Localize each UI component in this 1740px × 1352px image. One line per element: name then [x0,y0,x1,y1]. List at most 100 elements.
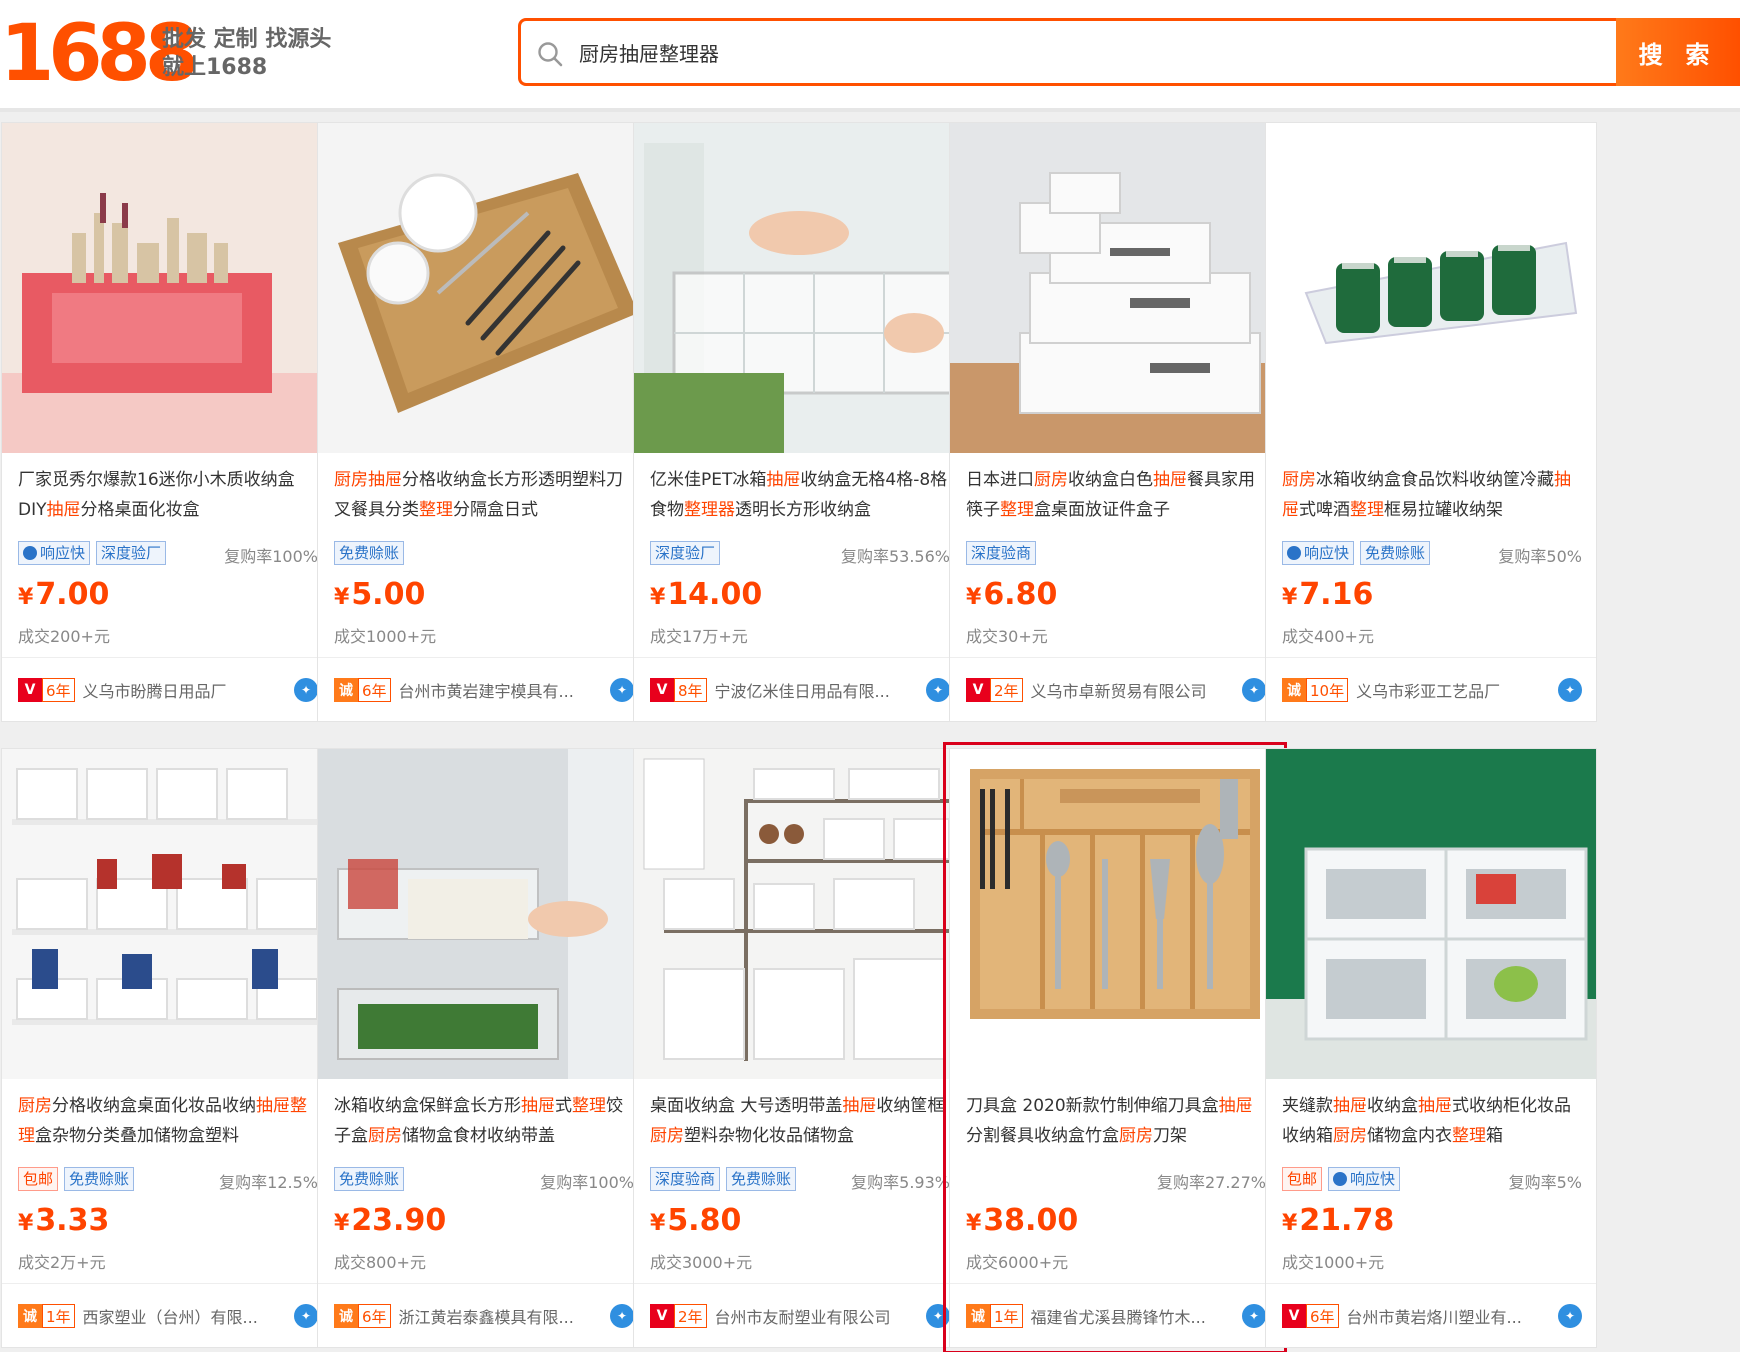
shop-name-link[interactable]: 西家塑业（台州）有限... [83,1304,293,1328]
shop-row[interactable]: 诚 1年 福建省尤溪县腾锋竹木... ✦ [966,1303,1266,1329]
service-tag-label: 深度验商 [971,544,1032,562]
product-card[interactable]: 厨房分格收纳盒桌面化妆品收纳抽屉整理盒杂物分类叠加储物盒塑料 包邮 免费赊账 复购率1… [1,748,333,1348]
shop-row[interactable]: 诚 1年 西家塑业（台州）有限... ✦ [18,1303,318,1329]
product-image[interactable] [634,749,964,1079]
title-text: 分割餐具收纳盒竹盒 [966,1126,1119,1146]
product-image[interactable] [2,123,332,453]
shop-row[interactable]: V 8年 宁波亿米佳日用品有限... ✦ [650,677,950,703]
response-icon [23,546,37,560]
product-image[interactable] [1266,123,1596,453]
product-title[interactable]: 亿米佳PET冰箱抽屉收纳盒无格4格-8格食物整理器透明长方形收纳盒 [650,465,950,527]
shop-name-link[interactable]: 宁波亿米佳日用品有限... [715,678,925,702]
product-card[interactable]: 桌面收纳盒 大号透明带盖抽屉收纳筐框 厨房塑料杂物化妆品储物盒 深度验商 免费赊账 复… [633,748,965,1348]
shop-row[interactable]: V 2年 义乌市卓新贸易有限公司 ✦ [966,677,1266,703]
product-card[interactable]: 厨房抽屉分格收纳盒长方形透明塑料刀叉餐具分类整理分隔盒日式 免费赊账 ¥5.00 成交… [317,122,649,722]
shop-row[interactable]: V 6年 台州市黄岩烙川塑业有... ✦ [1282,1303,1582,1329]
wangwang-chat-icon[interactable]: ✦ [610,678,634,702]
product-price: ¥7.00 [18,577,109,612]
product-card[interactable]: 厨房冰箱收纳盒食品饮料收纳筐冷藏抽屉式啤酒整理框易拉罐收纳架 响应快 免费赊账 复购率… [1265,122,1597,722]
wangwang-chat-icon[interactable]: ✦ [1558,1304,1582,1328]
service-tag-label: 包邮 [1287,1170,1318,1188]
shop-name-link[interactable]: 义乌市彩亚工艺品厂 [1356,678,1566,702]
product-title[interactable]: 厨房冰箱收纳盒食品饮料收纳筐冷藏抽屉式啤酒整理框易拉罐收纳架 [1282,465,1582,527]
shop-row[interactable]: 诚 6年 浙江黄岩泰鑫模具有限... ✦ [334,1303,634,1329]
product-image[interactable] [950,749,1280,1079]
divider [1266,1283,1596,1284]
title-keyword-highlight: 整理 [1350,500,1384,520]
shop-name-link[interactable]: 浙江黄岩泰鑫模具有限... [399,1304,609,1328]
product-image[interactable] [634,123,964,453]
membership-years: 6年 [42,678,75,702]
wangwang-chat-icon[interactable]: ✦ [294,1304,318,1328]
product-title[interactable]: 桌面收纳盒 大号透明带盖抽屉收纳筐框 厨房塑料杂物化妆品储物盒 [650,1091,950,1153]
divider [634,1283,964,1284]
wangwang-chat-icon[interactable]: ✦ [610,1304,634,1328]
product-image[interactable] [950,123,1280,453]
product-image[interactable] [2,749,332,1079]
title-text: 桌面收纳盒 大号透明带盖 [650,1096,843,1116]
title-text: 冰箱收纳盒食品饮料收纳筐冷藏 [1316,470,1554,490]
product-title[interactable]: 厨房抽屉分格收纳盒长方形透明塑料刀叉餐具分类整理分隔盒日式 [334,465,634,527]
currency-symbol: ¥ [334,1211,350,1236]
product-title[interactable]: 日本进口厨房收纳盒白色抽屉餐具家用筷子整理盒桌面放证件盒子 [966,465,1266,527]
wangwang-chat-icon[interactable]: ✦ [926,678,950,702]
product-card[interactable]: 日本进口厨房收纳盒白色抽屉餐具家用筷子整理盒桌面放证件盒子 深度验商 ¥6.80 成交… [949,122,1281,722]
service-tag-label: 响应快 [40,544,86,562]
product-image[interactable] [318,749,648,1079]
title-keyword-highlight: 厨房抽屉 [334,470,402,490]
product-card[interactable]: 刀具盒 2020新款竹制伸缩刀具盒抽屉分割餐具收纳盒竹盒厨房刀架 复购率27.27… [943,742,1287,1352]
currency-symbol: ¥ [1282,585,1298,610]
product-title[interactable]: 厨房分格收纳盒桌面化妆品收纳抽屉整理盒杂物分类叠加储物盒塑料 [18,1091,318,1153]
product-image[interactable] [318,123,648,453]
wangwang-chat-icon[interactable]: ✦ [1242,678,1266,702]
service-tag-label: 深度验厂 [655,544,716,562]
product-card[interactable]: 冰箱收纳盒保鲜盒长方形抽屉式整理饺子盒厨房储物盒食材收纳带盖 免费赊账 复购率100… [317,748,649,1348]
title-text: 透明长方形收纳盒 [735,500,871,520]
shop-name-link[interactable]: 义乌市盼腾日用品厂 [83,678,293,702]
service-tag-label: 响应快 [1350,1170,1396,1188]
divider [950,1283,1280,1284]
product-title[interactable]: 夹缝款抽屉收纳盒抽屉式收纳柜化妆品收纳箱厨房储物盒内衣整理箱 [1282,1091,1582,1153]
service-tag: 深度验厂 [96,541,167,565]
title-text: 框易拉罐收纳架 [1384,500,1503,520]
service-tags: 深度验商 免费赊账 [650,1167,797,1191]
slogan-line2: 就上1688 [162,55,268,80]
product-price: ¥5.80 [650,1203,741,1238]
shop-row[interactable]: 诚 10年 义乌市彩亚工艺品厂 ✦ [1282,677,1582,703]
price-value: 21.78 [1299,1203,1395,1238]
shop-name-link[interactable]: 台州市友耐塑业有限公司 [715,1304,925,1328]
search-input[interactable] [579,21,1479,83]
title-keyword-highlight: 抽屉 [521,1096,555,1116]
title-keyword-highlight: 厨房 [1119,1126,1153,1146]
response-icon [1287,546,1301,560]
title-keyword-highlight: 厨房 [1034,470,1068,490]
shop-row[interactable]: 诚 6年 台州市黄岩建宇模具有... ✦ [334,677,634,703]
deal-volume: 成交2万+元 [18,1253,106,1272]
shop-name-link[interactable]: 福建省尤溪县腾锋竹木... [1031,1304,1241,1328]
shop-row[interactable]: V 6年 义乌市盼腾日用品厂 ✦ [18,677,318,703]
currency-symbol: ¥ [650,585,666,610]
shop-name-link[interactable]: 台州市黄岩建宇模具有... [399,678,609,702]
wangwang-chat-icon[interactable]: ✦ [1242,1304,1266,1328]
price-value: 3.33 [35,1203,110,1238]
product-card[interactable]: 亿米佳PET冰箱抽屉收纳盒无格4格-8格食物整理器透明长方形收纳盒 深度验厂 复购率… [633,122,965,722]
search-button[interactable]: 搜 索 [1616,18,1740,86]
product-title[interactable]: 刀具盒 2020新款竹制伸缩刀具盒抽屉分割餐具收纳盒竹盒厨房刀架 [966,1091,1266,1153]
wangwang-chat-icon[interactable]: ✦ [294,678,318,702]
shop-name-link[interactable]: 义乌市卓新贸易有限公司 [1031,678,1241,702]
service-tag: 免费赊账 [334,541,405,565]
service-tag: 深度验商 [966,541,1037,565]
product-title[interactable]: 冰箱收纳盒保鲜盒长方形抽屉式整理饺子盒厨房储物盒食材收纳带盖 [334,1091,634,1153]
product-title[interactable]: 厂家觅秀尔爆款16迷你小木质收纳盒DIY抽屉分格桌面化妆盒 [18,465,318,527]
title-keyword-highlight: 厨房 [650,1126,684,1146]
shop-name-link[interactable]: 台州市黄岩烙川塑业有... [1347,1304,1557,1328]
price-value: 23.90 [351,1203,447,1238]
product-image[interactable] [1266,749,1596,1079]
wangwang-chat-icon[interactable]: ✦ [1558,678,1582,702]
wangwang-chat-icon[interactable]: ✦ [926,1304,950,1328]
product-card[interactable]: 厂家觅秀尔爆款16迷你小木质收纳盒DIY抽屉分格桌面化妆盒 响应快 深度验厂 复购率1… [1,122,333,722]
shop-row[interactable]: V 2年 台州市友耐塑业有限公司 ✦ [650,1303,950,1329]
price-value: 5.80 [667,1203,742,1238]
product-card[interactable]: 夹缝款抽屉收纳盒抽屉式收纳柜化妆品收纳箱厨房储物盒内衣整理箱 包邮 响应快 复购率5%… [1265,748,1597,1348]
search-box[interactable] [518,18,1618,86]
